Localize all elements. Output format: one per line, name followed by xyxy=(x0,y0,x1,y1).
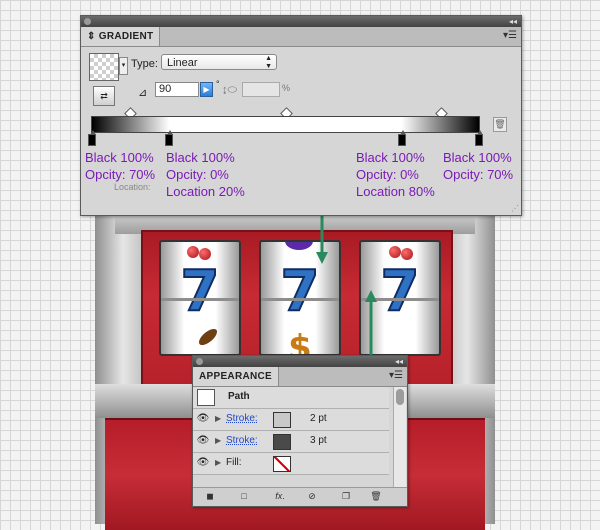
panel-menu-icon[interactable]: ▾☰ xyxy=(389,370,403,381)
appearance-footer: ◼ □ fx. ⊘ ❐ 🗑 xyxy=(193,487,407,506)
stroke-label[interactable]: Stroke: xyxy=(226,435,258,446)
reverse-gradient-icon[interactable]: ⇄ xyxy=(93,86,115,106)
expand-triangle-icon[interactable]: ▶ xyxy=(215,458,221,467)
stroke-weight: 3 pt xyxy=(310,435,327,446)
aspect-ratio-icon: ↨⬭ xyxy=(222,84,237,96)
degree-symbol: ° xyxy=(216,79,220,89)
aspect-ratio-input[interactable] xyxy=(242,82,280,97)
angle-input[interactable]: 90 xyxy=(155,82,199,97)
gradient-stop[interactable] xyxy=(165,130,173,146)
gradient-stop[interactable] xyxy=(398,130,406,146)
gradient-swatch-icon[interactable] xyxy=(89,53,119,81)
stroke-label[interactable]: Stroke: xyxy=(226,413,258,424)
path-label: Path xyxy=(228,391,250,402)
trash-icon[interactable]: 🗑 xyxy=(369,490,383,503)
gradient-panel-titlebar[interactable]: ◂◂ xyxy=(81,16,521,27)
swatch-dropdown-button[interactable]: ▾ xyxy=(119,57,128,75)
fx-icon[interactable]: fx. xyxy=(273,490,287,503)
appearance-panel-titlebar[interactable]: ◂◂ xyxy=(193,356,407,367)
angle-icon: ⊿ xyxy=(138,87,148,99)
appearance-tab-row: APPEARANCE ▾☰ xyxy=(193,367,407,387)
trash-icon[interactable]: 🗑 xyxy=(493,117,507,132)
add-stroke-icon[interactable]: □ xyxy=(237,490,251,503)
gradient-ramp[interactable] xyxy=(91,116,480,133)
gradient-type-select[interactable]: Linear ▲ ▼ xyxy=(161,54,277,70)
percent-symbol: % xyxy=(282,83,291,93)
duplicate-icon[interactable]: ❐ xyxy=(339,490,353,503)
collapse-icon[interactable]: ◂◂ xyxy=(509,16,517,27)
stroke-row-2[interactable]: 👁 ▶ Stroke: 3 pt xyxy=(193,431,389,453)
panel-menu-icon[interactable]: ▾☰ xyxy=(503,30,517,41)
stop-annotation: Black 100% Opcity: 0% Location 80% xyxy=(356,150,435,199)
eye-icon[interactable]: 👁 xyxy=(195,433,211,449)
path-row[interactable]: Path xyxy=(193,387,389,409)
stop-annotation: Black 100% Opcity: 0% Location 20% xyxy=(166,150,245,199)
stroke-color-swatch[interactable] xyxy=(273,412,291,428)
location-label: Location: xyxy=(114,182,151,192)
stop-annotation: Black 100% Opcity: 70% xyxy=(443,150,514,182)
stroke-row-1[interactable]: 👁 ▶ Stroke: 2 pt xyxy=(193,409,389,431)
expand-triangle-icon[interactable]: ▶ xyxy=(215,414,221,423)
resize-grip-icon[interactable]: ⋰ xyxy=(511,204,519,213)
eye-icon[interactable]: 👁 xyxy=(195,411,211,427)
tab-appearance[interactable]: APPEARANCE xyxy=(193,367,280,386)
fill-row[interactable]: 👁 ▶ Fill: xyxy=(193,453,389,475)
close-icon[interactable] xyxy=(196,358,203,365)
guide-arrow-down-head xyxy=(316,252,328,264)
gradient-stop[interactable] xyxy=(475,130,483,146)
tab-gradient[interactable]: ⇕ GRADIENT xyxy=(81,27,161,46)
new-art-icon[interactable]: ◼ xyxy=(203,490,217,503)
expand-triangle-icon[interactable]: ▶ xyxy=(215,436,221,445)
type-label: Type: xyxy=(131,58,158,70)
collapse-icon[interactable]: ◂◂ xyxy=(395,356,403,367)
path-thumbnail xyxy=(197,389,215,406)
appearance-panel: ◂◂ APPEARANCE ▾☰ Path 👁 ▶ Stroke: 2 pt 👁… xyxy=(192,355,408,507)
select-arrows-icon: ▲ ▼ xyxy=(265,55,272,70)
close-icon[interactable] xyxy=(84,18,91,25)
appearance-scrollbar[interactable] xyxy=(393,387,406,487)
fill-none-swatch[interactable] xyxy=(273,456,291,472)
scroll-thumb[interactable] xyxy=(396,389,404,405)
gradient-stop[interactable] xyxy=(88,130,96,146)
gradient-tab-row: ⇕ GRADIENT ▾☰ xyxy=(81,27,521,47)
guide-arrow-up-head xyxy=(365,290,377,302)
fill-label[interactable]: Fill: xyxy=(226,457,242,468)
stop-annotation: Black 100% Opcity: 70% xyxy=(85,150,156,182)
stroke-color-swatch[interactable] xyxy=(273,434,291,450)
stroke-weight: 2 pt xyxy=(310,413,327,424)
gradient-panel: ◂◂ ⇕ GRADIENT ▾☰ ▾ Type: Linear ▲ ▼ ⇄ ⊿ 9… xyxy=(80,15,522,216)
clear-icon[interactable]: ⊘ xyxy=(305,490,319,503)
eye-icon[interactable]: 👁 xyxy=(195,455,211,471)
angle-dropdown-button[interactable]: ▶ xyxy=(200,82,213,97)
